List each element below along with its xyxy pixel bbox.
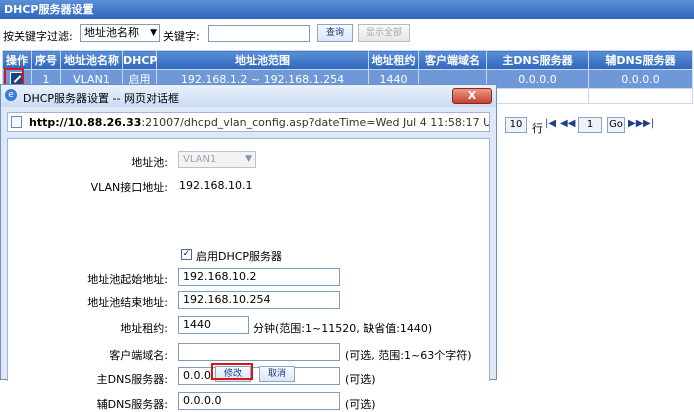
page-size-label: 行 xyxy=(532,122,543,135)
vlan-address-label: VLAN接口地址: xyxy=(90,181,168,194)
go-button[interactable]: Go xyxy=(607,117,625,133)
col-header-dhcp: DHCP xyxy=(122,50,157,70)
lease-label: 地址租约: xyxy=(120,322,168,335)
chevron-down-icon: ▼ xyxy=(150,28,157,38)
secondary-dns-label: 辅DNS服务器: xyxy=(96,398,168,411)
dialog-title: DHCP服务器设置 -- 网页对话框 xyxy=(23,92,179,105)
col-header-primary-dns: 主DNS服务器 xyxy=(486,50,589,70)
keyword-input[interactable] xyxy=(208,25,310,42)
filter-label: 按关键字过滤: xyxy=(3,30,73,43)
page-number-input[interactable]: 1 xyxy=(578,117,602,133)
col-header-range: 地址池范围 xyxy=(156,50,369,70)
client-domain-label: 客户端域名: xyxy=(109,349,168,362)
dialog-titlebar[interactable]: e DHCP服务器设置 -- 网页对话框 X xyxy=(1,85,496,107)
client-domain-input[interactable] xyxy=(178,343,340,361)
next-page-icon[interactable]: ▶▶ xyxy=(628,118,643,129)
url-text: http://10.88.26.33:21007/dhcpd_vlan_conf… xyxy=(29,116,489,129)
lease-input[interactable]: 1440 xyxy=(178,316,249,334)
pager: 10 行 |◀ ◀◀ 1 Go ▶▶ ▶| xyxy=(500,116,694,136)
secondary-dns-input[interactable]: 0.0.0.0 xyxy=(178,392,340,410)
page-title: DHCP服务器设置 xyxy=(0,0,694,19)
chevron-down-icon: ▼ xyxy=(245,154,252,164)
address-bar: http://10.88.26.33:21007/dhcpd_vlan_conf… xyxy=(7,112,490,132)
page-size-input[interactable]: 10 xyxy=(505,117,527,133)
pool-select: VLAN1 ▼ xyxy=(178,151,256,168)
browser-icon: e xyxy=(5,89,17,101)
secondary-dns-hint: (可选) xyxy=(345,398,376,411)
filter-field-select[interactable]: 地址池名称 ▼ xyxy=(80,24,160,42)
primary-dns-label: 主DNS服务器: xyxy=(96,373,168,386)
table-header-row: 操作 序号 地址池名称 DHCP 地址池范围 地址租约 客户端域名 主DNS服务… xyxy=(2,50,693,70)
client-domain-hint: (可选, 范围:1~63个字符) xyxy=(345,349,472,362)
search-button[interactable]: 查询 xyxy=(317,24,353,42)
first-page-icon[interactable]: |◀ xyxy=(545,118,556,129)
pool-label: 地址池: xyxy=(131,156,168,169)
end-address-input[interactable]: 192.168.10.254 xyxy=(178,291,340,309)
col-header-action: 操作 xyxy=(2,50,32,70)
enable-dhcp-label: 启用DHCP服务器 xyxy=(196,250,283,263)
primary-dns-hint: (可选) xyxy=(345,373,376,386)
col-header-index: 序号 xyxy=(31,50,61,70)
enable-dhcp-checkbox[interactable]: ✓ xyxy=(181,249,192,260)
start-address-label: 地址池起始地址: xyxy=(87,273,168,286)
close-button[interactable]: X xyxy=(452,88,492,104)
col-header-client-domain: 客户端域名 xyxy=(418,50,487,70)
col-header-lease: 地址租约 xyxy=(368,50,419,70)
end-address-label: 地址池结束地址: xyxy=(87,296,168,309)
col-header-pool-name: 地址池名称 xyxy=(60,50,123,70)
dhcp-config-dialog: e DHCP服务器设置 -- 网页对话框 X http://10.88.26.3… xyxy=(0,84,497,411)
last-page-icon[interactable]: ▶| xyxy=(643,118,654,129)
prev-page-icon[interactable]: ◀◀ xyxy=(560,118,575,129)
show-all-button: 显示全部 xyxy=(358,24,410,42)
cell-primary-dns: 0.0.0.0 xyxy=(486,69,589,89)
keyword-label: 关键字: xyxy=(163,30,200,43)
start-address-input[interactable]: 192.168.10.2 xyxy=(178,268,340,286)
pool-select-value: VLAN1 xyxy=(183,154,217,165)
dialog-form: 地址池: VLAN1 ▼ VLAN接口地址: 192.168.10.1 ✓ 启用… xyxy=(7,138,490,411)
vlan-address-value: 192.168.10.1 xyxy=(179,179,253,192)
cell-secondary-dns: 0.0.0.0 xyxy=(588,69,693,89)
page-icon xyxy=(11,116,22,128)
col-header-secondary-dns: 辅DNS服务器 xyxy=(588,50,693,70)
lease-hint: 分钟(范围:1~11520, 缺省值:1440) xyxy=(253,322,433,335)
filter-field-value: 地址池名称 xyxy=(84,26,139,39)
filter-bar: 按关键字过滤: 地址池名称 ▼ 关键字: 查询 显示全部 xyxy=(0,23,694,45)
